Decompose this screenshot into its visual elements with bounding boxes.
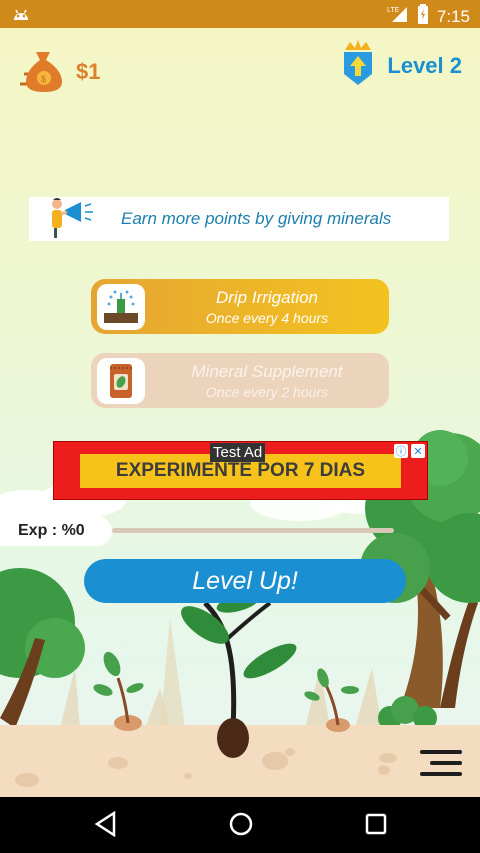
upgrade-mineral-supplement[interactable]: Mineral Supplement Once every 2 hours — [91, 353, 389, 408]
tip-banner: Earn more points by giving minerals — [29, 197, 449, 241]
signal-icon: LTE — [387, 5, 409, 28]
menu-icon[interactable] — [420, 748, 462, 778]
game-screen: $ $1 Level 2 Earn more points by giving … — [0, 28, 480, 797]
level-display: Level 2 — [341, 40, 462, 91]
upgrade-title: Drip Irrigation — [215, 287, 319, 307]
upgrade-title: Mineral Supplement — [191, 361, 343, 381]
navigation-bar — [0, 797, 480, 853]
garden-scene — [0, 430, 480, 797]
upgrade-subtitle: Once every 4 hours — [205, 309, 329, 326]
level-label: Level 2 — [387, 52, 462, 78]
svg-text:$: $ — [41, 74, 46, 84]
megaphone-icon — [47, 196, 95, 243]
ad-label: Test Ad — [210, 443, 266, 462]
ad-banner[interactable]: EXPERIMENTE POR 7 DIAS Test Ad ⓘ ✕ — [53, 441, 428, 500]
tip-text: Earn more points by giving minerals — [121, 209, 392, 228]
close-icon[interactable]: ✕ — [411, 444, 425, 458]
svg-text:LTE: LTE — [387, 7, 400, 14]
android-icon — [12, 6, 30, 27]
exp-label-container: Exp : %0 — [0, 516, 112, 546]
battery-icon — [417, 4, 429, 29]
level-up-button[interactable]: Level Up! — [84, 559, 406, 603]
home-icon[interactable] — [228, 811, 254, 842]
level-up-label: Level Up! — [192, 566, 298, 595]
exp-progress-bar — [112, 528, 394, 533]
back-icon[interactable] — [94, 810, 116, 842]
status-bar: LTE 7:15 — [0, 0, 480, 28]
upgrade-drip-irrigation[interactable]: Drip Irrigation Once every 4 hours — [91, 279, 389, 334]
drip-irrigation-icon — [97, 283, 145, 330]
money-display: $ $1 — [18, 44, 100, 99]
upgrade-subtitle: Once every 2 hours — [205, 383, 329, 400]
level-badge-icon — [341, 40, 375, 91]
recents-icon[interactable] — [364, 811, 388, 842]
money-value: $1 — [76, 58, 101, 84]
status-time: 7:15 — [436, 6, 470, 26]
adchoices-icon[interactable]: ⓘ — [394, 444, 408, 458]
exp-label: Exp : %0 — [18, 522, 85, 539]
mineral-bag-icon — [97, 357, 145, 404]
money-bag-icon: $ — [18, 44, 70, 99]
